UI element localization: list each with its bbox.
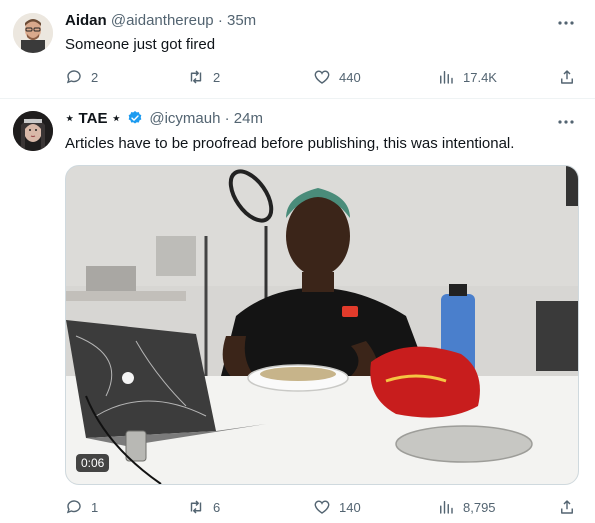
separator: · <box>217 12 223 29</box>
retweet-button[interactable]: 2 <box>187 68 220 86</box>
action-bar: 2 2 440 17.4K <box>65 68 585 88</box>
author-name[interactable]: ⋆ TAE ⋆ <box>65 110 121 127</box>
retweet-count: 6 <box>213 499 221 515</box>
avatar[interactable] <box>13 111 53 151</box>
author-handle[interactable]: @aidanthereup <box>111 12 214 29</box>
reply-icon <box>66 500 81 514</box>
tweet-text: Articles have to be proofread before pub… <box>65 135 515 152</box>
reply-count: 2 <box>91 69 99 85</box>
reply-count: 1 <box>91 499 99 515</box>
reply-button[interactable]: 2 <box>65 68 98 86</box>
video-duration: 0:06 <box>76 454 110 472</box>
retweet-icon <box>190 70 202 84</box>
tweet-text: Someone just got fired <box>65 36 216 53</box>
view-count: 8,795 <box>463 499 496 515</box>
like-icon <box>314 500 330 514</box>
views-icon <box>440 501 453 514</box>
like-count: 140 <box>339 499 361 515</box>
views-button[interactable]: 17.4K <box>437 68 497 86</box>
like-button[interactable]: 140 <box>313 498 361 516</box>
more-icon[interactable] <box>557 14 575 35</box>
like-count: 440 <box>339 69 361 85</box>
reply-button[interactable]: 1 <box>65 498 98 516</box>
share-button[interactable] <box>558 68 584 86</box>
separator: · <box>224 110 230 127</box>
video-player[interactable]: 0:06 <box>65 165 579 485</box>
views-icon <box>440 71 453 84</box>
timestamp[interactable]: 24m <box>234 110 263 127</box>
retweet-count: 2 <box>213 69 221 85</box>
views-button[interactable]: 8,795 <box>437 498 496 516</box>
retweet-icon <box>190 500 202 514</box>
share-icon <box>561 500 573 514</box>
share-icon <box>561 70 573 84</box>
like-button[interactable]: 440 <box>313 68 361 86</box>
verified-badge-icon <box>128 111 142 124</box>
author-name[interactable]: Aidan <box>65 12 107 29</box>
action-bar: 1 6 140 8,795 <box>65 498 585 518</box>
timestamp[interactable]: 35m <box>227 12 256 29</box>
tweet-header: ⋆ TAE ⋆ @icymauh · 24m <box>65 109 263 129</box>
view-count: 17.4K <box>463 69 497 85</box>
avatar[interactable] <box>13 13 53 53</box>
author-handle[interactable]: @icymauh <box>149 110 220 127</box>
share-button[interactable] <box>558 498 584 516</box>
like-icon <box>314 70 330 84</box>
tweet[interactable]: ⋆ TAE ⋆ @icymauh · 24m Articles have to … <box>0 99 595 523</box>
retweet-button[interactable]: 6 <box>187 498 220 516</box>
more-icon[interactable] <box>557 113 575 134</box>
tweet[interactable]: Aidan @aidanthereup · 35m Someone just g… <box>0 0 595 99</box>
reply-icon <box>66 70 81 84</box>
video-frame <box>66 166 578 484</box>
tweet-header: Aidan @aidanthereup · 35m <box>65 12 256 32</box>
